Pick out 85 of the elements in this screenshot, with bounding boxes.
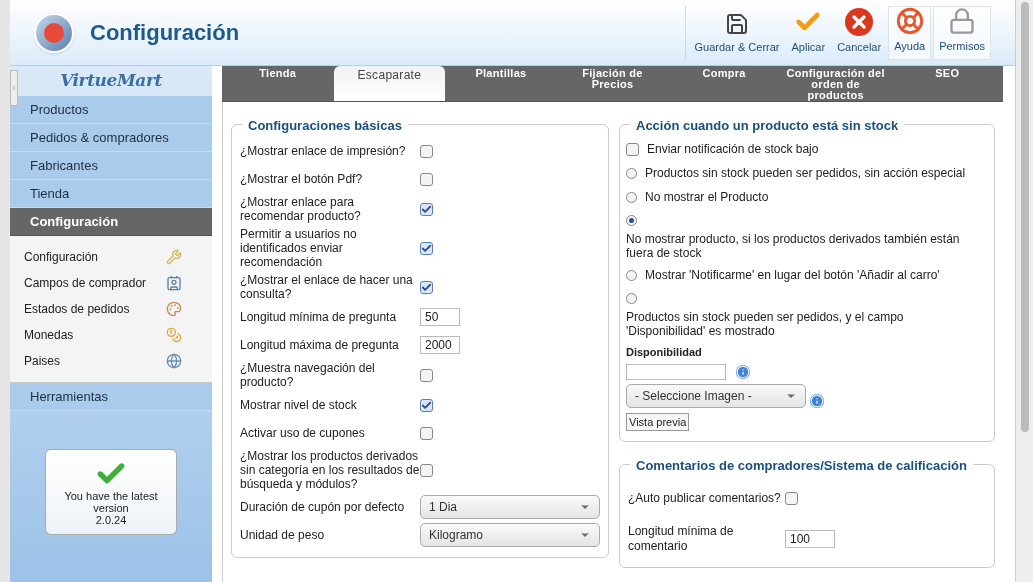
radio-button[interactable] xyxy=(626,167,637,179)
submenu-link[interactable]: Monedas xyxy=(24,326,74,344)
info-icon[interactable] xyxy=(736,364,750,379)
submenu-link[interactable]: Campos de comprador xyxy=(24,274,147,292)
checkbox[interactable] xyxy=(626,142,639,156)
checkbox[interactable] xyxy=(420,463,433,477)
field-label: Longitud mínima de pregunta xyxy=(240,310,398,324)
checkbox[interactable] xyxy=(420,202,433,216)
radio-button[interactable] xyxy=(626,292,637,304)
checkbox[interactable] xyxy=(420,144,433,158)
option-label: Productos sin stock pueden ser pedidos, y el campo 'Disponibilidad' es mostrado xyxy=(626,310,905,338)
radio-button[interactable] xyxy=(626,191,637,203)
field-label: ¿Mostrar los productos derivados sin categoría en los resultados de búsqueda y módulos? xyxy=(240,449,420,491)
tab[interactable]: SEO xyxy=(891,66,1004,101)
checkbox[interactable] xyxy=(420,241,433,255)
version-message: You have the latest version xyxy=(63,490,159,514)
tab[interactable]: Plantillas xyxy=(445,66,557,101)
sidebar-item[interactable]: Herramientas xyxy=(10,383,212,411)
availability-label: Disponibilidad xyxy=(626,345,703,360)
tab[interactable]: Escaparate xyxy=(333,66,446,101)
checkbox[interactable] xyxy=(420,398,433,412)
field-label: ¿Mostrar enlace de impresión? xyxy=(240,144,407,158)
wrench-icon xyxy=(166,249,182,265)
dropdown[interactable]: 1 Dia xyxy=(420,495,600,519)
scrollbar[interactable] xyxy=(1015,0,1033,582)
submenu-link[interactable]: Paises xyxy=(24,352,61,370)
contact-card-icon xyxy=(166,275,182,291)
field-label: Permitir a usuarios no identificados enviar recomendación xyxy=(240,227,358,269)
lifebuoy-icon xyxy=(895,7,924,35)
text-field[interactable]: 2000 xyxy=(420,336,460,354)
sidebar-item[interactable]: Fabricantes xyxy=(10,152,212,180)
field-label: Unidad de peso xyxy=(240,528,326,542)
option-label: Enviar notificación de stock bajo xyxy=(647,141,819,158)
page-title: Configuración xyxy=(90,19,240,47)
availability-field[interactable] xyxy=(626,363,726,380)
brand-logo: VirtueMart xyxy=(60,69,162,93)
field-label: Longitud máxima de pregunta xyxy=(240,338,400,352)
dropdown[interactable]: - Seleccione Imagen - xyxy=(626,383,806,408)
sidebar-item[interactable]: Configuración xyxy=(10,208,212,236)
palette-icon xyxy=(166,301,182,317)
field-label: Longitud mínima de comentario xyxy=(628,523,735,554)
close-icon xyxy=(845,8,874,36)
checkbox[interactable] xyxy=(420,172,433,186)
field-label: ¿Muestra navegación del producto? xyxy=(240,361,376,389)
tab[interactable]: Tienda xyxy=(222,66,334,101)
field-label: ¿Mostrar enlace para recomendar producto? xyxy=(240,195,362,223)
option-label: No mostrar producto, si los productos derivados también están fuera de stock xyxy=(626,232,961,260)
coins-icon xyxy=(166,327,182,343)
option-label: Productos sin stock pueden ser pedidos, sin acción especial xyxy=(645,165,966,182)
toolbar-button[interactable]: Guardar & Cerrar xyxy=(689,5,785,60)
text-field[interactable]: 100 xyxy=(785,529,835,548)
tab[interactable]: Compra xyxy=(668,66,780,101)
sidebar-item[interactable]: Productos xyxy=(10,96,212,124)
toolbar-button[interactable]: Cancelar xyxy=(832,5,887,60)
toolbar-button[interactable]: Permisos xyxy=(933,5,991,60)
field-label: ¿Mostrar el enlace de hacer una consulta? xyxy=(240,273,414,301)
field-label: ¿Mostrar el botón Pdf? xyxy=(240,172,364,186)
tab[interactable]: Configuración del orden de productos xyxy=(779,66,892,101)
info-icon[interactable] xyxy=(810,393,824,408)
checkbox[interactable] xyxy=(420,280,433,294)
sidebar-item[interactable]: Tienda xyxy=(10,180,212,208)
submenu-link[interactable]: Configuración xyxy=(24,248,99,266)
toolbar-button[interactable]: Ayuda xyxy=(888,5,932,60)
checkbox[interactable] xyxy=(785,492,798,505)
app-logo-icon xyxy=(34,12,74,53)
version-number: 2.0.24 xyxy=(95,514,127,526)
submenu-link[interactable]: Estados de pedidos xyxy=(24,300,130,318)
tab[interactable]: Fijación de Precios xyxy=(556,66,669,101)
dropdown[interactable]: Kilogramo xyxy=(420,523,600,547)
padlock-icon xyxy=(948,7,977,35)
text-field[interactable]: 50 xyxy=(420,308,460,326)
field-label: Mostrar nivel de stock xyxy=(240,398,358,412)
option-label: No mostrar el Producto xyxy=(645,189,769,206)
globe-icon xyxy=(166,353,182,369)
radio-button[interactable] xyxy=(626,269,637,281)
field-label: Duración de cupón por defecto xyxy=(240,500,406,514)
radio-button[interactable] xyxy=(626,214,637,226)
field-label: ¿Auto publicar comentarios? xyxy=(628,491,782,506)
checkbox[interactable] xyxy=(420,368,433,382)
preview-button[interactable]: Vista previa xyxy=(626,412,690,431)
option-label: Mostrar 'Notificarme' en lugar del botón 'Añadir al carro' xyxy=(645,267,940,284)
sidebar-item[interactable]: Pedidos & compradores xyxy=(10,124,212,152)
field-label: Activar uso de cupones xyxy=(240,426,366,440)
toolbar-button[interactable]: Aplicar xyxy=(786,5,831,60)
checkbox[interactable] xyxy=(420,426,433,440)
